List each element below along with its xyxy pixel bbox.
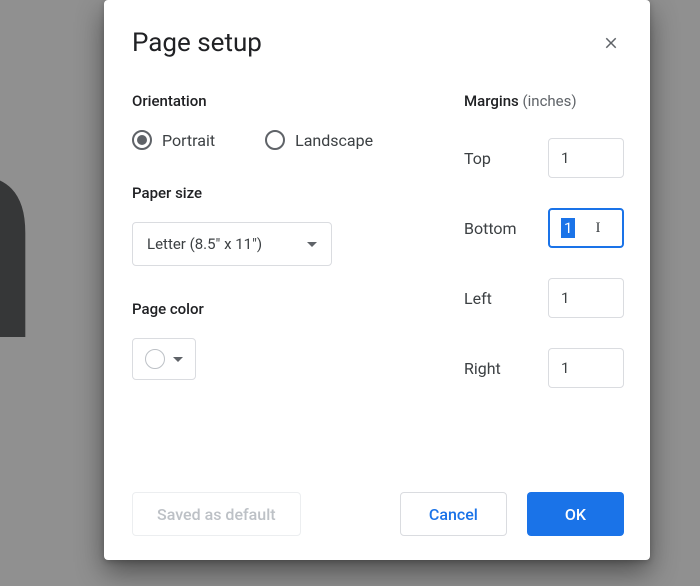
margins-unit: (inches) — [523, 92, 577, 110]
radio-unselected-icon — [265, 130, 285, 150]
cancel-button[interactable]: Cancel — [400, 492, 507, 536]
ok-button[interactable]: OK — [527, 492, 624, 536]
paper-size-select[interactable]: Letter (8.5" x 11") — [132, 222, 332, 266]
margin-left-input[interactable] — [548, 278, 624, 318]
page-color-picker[interactable] — [132, 338, 196, 380]
margin-top-input[interactable] — [548, 138, 624, 178]
chevron-down-icon — [173, 357, 183, 362]
close-button[interactable] — [598, 30, 624, 56]
radio-selected-icon — [132, 130, 152, 150]
save-as-default-button[interactable]: Saved as default — [132, 492, 301, 536]
margin-right-label: Right — [464, 359, 501, 378]
paper-size-value: Letter (8.5" x 11") — [147, 235, 262, 253]
chevron-down-icon — [307, 242, 317, 247]
selected-text: 1 — [561, 218, 575, 238]
orientation-landscape-radio[interactable]: Landscape — [265, 130, 373, 150]
page-setup-dialog: Page setup Orientation Portrait Landscap… — [104, 0, 650, 560]
radio-label: Portrait — [162, 131, 215, 150]
orientation-portrait-radio[interactable]: Portrait — [132, 130, 215, 150]
margins-title: Margins (inches) — [464, 92, 624, 110]
close-icon — [602, 34, 620, 52]
margin-left-label: Left — [464, 289, 492, 308]
orientation-title: Orientation — [132, 92, 424, 110]
paper-size-title: Paper size — [132, 184, 424, 202]
margin-bottom-input[interactable]: 1 I — [548, 208, 624, 248]
text-cursor-icon: I — [595, 220, 600, 237]
color-swatch-icon — [145, 349, 165, 369]
radio-label: Landscape — [295, 131, 373, 150]
margin-bottom-label: Bottom — [464, 219, 517, 238]
margin-top-label: Top — [464, 149, 491, 168]
margin-right-input[interactable] — [548, 348, 624, 388]
page-color-title: Page color — [132, 300, 424, 318]
dialog-title: Page setup — [132, 28, 262, 58]
